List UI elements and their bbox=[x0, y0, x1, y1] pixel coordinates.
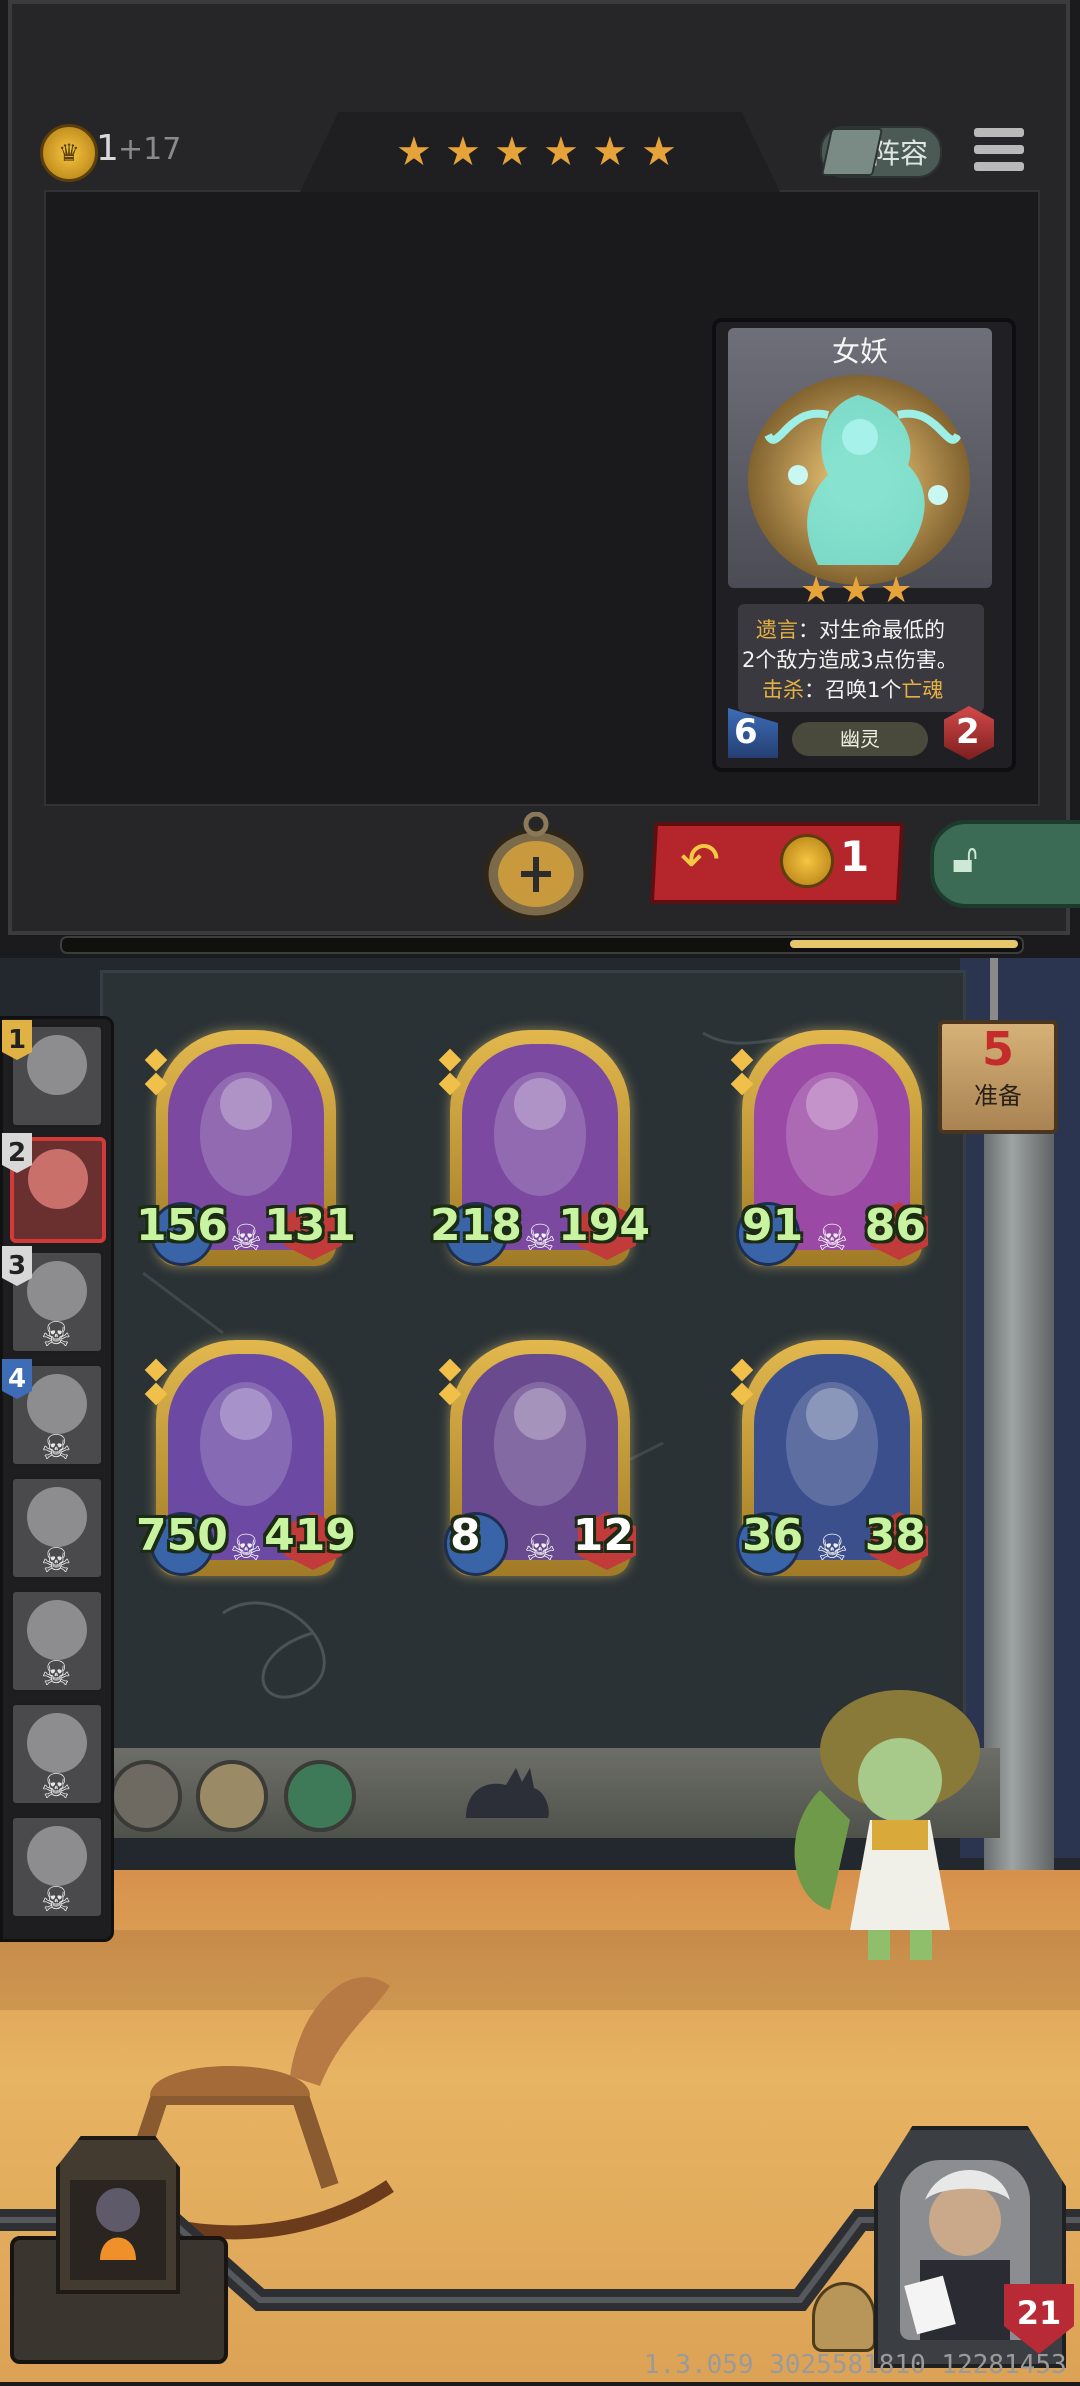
unit-health: 419 bbox=[264, 1510, 356, 1561]
pocket-watch-art bbox=[483, 811, 589, 921]
tavern-tier-tab bbox=[300, 112, 780, 192]
skull-icon: ☠ bbox=[41, 1767, 72, 1806]
player-avatar bbox=[27, 1713, 87, 1773]
shelf-token-icon[interactable] bbox=[196, 1760, 268, 1832]
kill-keyword: 击杀 bbox=[762, 678, 804, 702]
player-rank-tag: 2 bbox=[2, 1133, 32, 1173]
skull-icon: ☠ bbox=[816, 1528, 849, 1569]
player-avatar bbox=[27, 1826, 87, 1886]
skull-icon: ☠ bbox=[41, 1428, 72, 1467]
unit-card[interactable]: ☠ 156 131 bbox=[136, 1030, 356, 1266]
shelf-hex-token-icon[interactable] bbox=[284, 1760, 356, 1832]
player-rank-tag: 1 bbox=[2, 1020, 32, 1060]
deathrattle-text-1: ：对生命最低的 bbox=[798, 618, 945, 642]
unit-health: 12 bbox=[572, 1510, 634, 1561]
menu-bar-line bbox=[974, 145, 1024, 154]
lock-icon: 🔓︎ bbox=[952, 836, 978, 882]
unit-attack: 8 bbox=[450, 1510, 481, 1561]
unit-health: 86 bbox=[864, 1200, 926, 1251]
player-avatar bbox=[27, 1600, 87, 1660]
skull-icon: ☠ bbox=[230, 1528, 263, 1569]
deathrattle-keyword: 遗言 bbox=[756, 618, 798, 642]
skull-icon: ☠ bbox=[230, 1218, 263, 1259]
gold-coin-icon: ♛ bbox=[40, 124, 98, 182]
player-avatar bbox=[27, 1487, 87, 1547]
player-slot[interactable]: ☠ bbox=[10, 1589, 104, 1693]
leaf-girl-avatar[interactable] bbox=[760, 1670, 1000, 1970]
player-rank-tag: 3 bbox=[2, 1246, 32, 1286]
player-slot[interactable]: ☠ bbox=[10, 1815, 104, 1919]
chain-decoration bbox=[990, 958, 998, 1022]
cat-silhouette bbox=[466, 1768, 549, 1818]
bell-icon[interactable] bbox=[812, 2282, 876, 2352]
skull-icon: ☠ bbox=[524, 1528, 557, 1569]
kill-line: 击杀：召唤1个亡魂 bbox=[762, 674, 943, 704]
detail-attack: 6 bbox=[734, 712, 758, 752]
pocket-watch-icon[interactable] bbox=[466, 811, 596, 922]
cat-icon bbox=[456, 1760, 556, 1820]
skull-icon: ☠ bbox=[524, 1218, 557, 1259]
unit-health: 38 bbox=[864, 1510, 926, 1561]
unit-attack: 750 bbox=[136, 1510, 228, 1561]
hero-health: 21 bbox=[1016, 2294, 1062, 2332]
tavern-star-icon: ★ bbox=[494, 129, 530, 175]
tavern-art bbox=[70, 2180, 166, 2280]
unit-card[interactable]: ☠ 750 419 bbox=[136, 1340, 356, 1576]
tavern-star-icon: ★ bbox=[396, 129, 432, 175]
skull-icon: ☠ bbox=[41, 1880, 72, 1919]
deathrattle-line-1: 遗言：对生命最低的 bbox=[756, 614, 945, 644]
gold-coin-icon bbox=[780, 834, 834, 888]
gold-count: 1 bbox=[96, 128, 119, 169]
prep-timer-label: 准备 bbox=[974, 1082, 1022, 1110]
banshee-art bbox=[764, 395, 962, 565]
tavern-star-icon: ★ bbox=[592, 129, 628, 175]
tavern-star-icon: ★ bbox=[445, 129, 481, 175]
unit-attack: 91 bbox=[742, 1200, 804, 1251]
player-avatar bbox=[27, 1261, 87, 1321]
player-rank-tag: 4 bbox=[2, 1359, 32, 1399]
player-slot[interactable]: ☠ bbox=[10, 1702, 104, 1806]
gold-income: +17 bbox=[118, 132, 182, 167]
unit-card[interactable]: ☠ 36 38 bbox=[730, 1340, 928, 1576]
tavern-star-icon: ★ bbox=[543, 129, 579, 175]
detail-tribe: 幽灵 bbox=[792, 722, 928, 756]
unit-attack: 218 bbox=[430, 1200, 522, 1251]
tavern-star-icon: ★ bbox=[641, 129, 677, 175]
hamburger-menu-icon bbox=[974, 128, 1024, 137]
menu-bar-line bbox=[974, 162, 1024, 171]
kill-text-1: ：召唤1个 bbox=[804, 678, 902, 702]
unit-card[interactable]: ☠ 8 12 bbox=[438, 1340, 636, 1576]
unit-health: 131 bbox=[264, 1200, 356, 1251]
leaf-girl-art bbox=[794, 1690, 980, 1960]
unit-health: 194 bbox=[558, 1200, 650, 1251]
skull-icon: ☠ bbox=[816, 1218, 849, 1259]
refresh-cost: 1 bbox=[840, 832, 870, 881]
deathrattle-line-2: 2个敌方造成3点伤害。 bbox=[742, 648, 958, 672]
banshee-portrait bbox=[748, 375, 970, 585]
turn-progress-fill bbox=[790, 940, 1018, 948]
detail-card-name: 女妖 bbox=[831, 335, 888, 368]
lineup-book-icon bbox=[820, 128, 884, 176]
kill-text-2: 亡魂 bbox=[901, 678, 944, 702]
tavern-icon[interactable] bbox=[56, 2136, 180, 2294]
skull-icon: ☠ bbox=[41, 1654, 72, 1693]
detail-health: 2 bbox=[956, 712, 980, 752]
unit-card[interactable]: ☠ 218 194 bbox=[430, 1030, 650, 1266]
version-string: 1.3.059 3025581810 12281453 bbox=[644, 2350, 1067, 2380]
player-avatar bbox=[27, 1374, 87, 1434]
player-avatar bbox=[27, 1035, 87, 1095]
unit-attack: 36 bbox=[742, 1510, 804, 1561]
shelf-token-icon[interactable] bbox=[110, 1760, 182, 1832]
skull-icon: ☠ bbox=[41, 1315, 72, 1354]
player-avatar bbox=[28, 1149, 88, 1209]
skull-icon: ☠ bbox=[41, 1541, 72, 1580]
player-slot[interactable]: ☠ bbox=[10, 1476, 104, 1580]
unit-attack: 156 bbox=[136, 1200, 228, 1251]
refresh-arrow-icon: ↶ bbox=[680, 832, 721, 888]
prep-timer-value: 5 bbox=[981, 1022, 1014, 1076]
unit-card[interactable]: ☠ 91 86 bbox=[730, 1030, 928, 1266]
